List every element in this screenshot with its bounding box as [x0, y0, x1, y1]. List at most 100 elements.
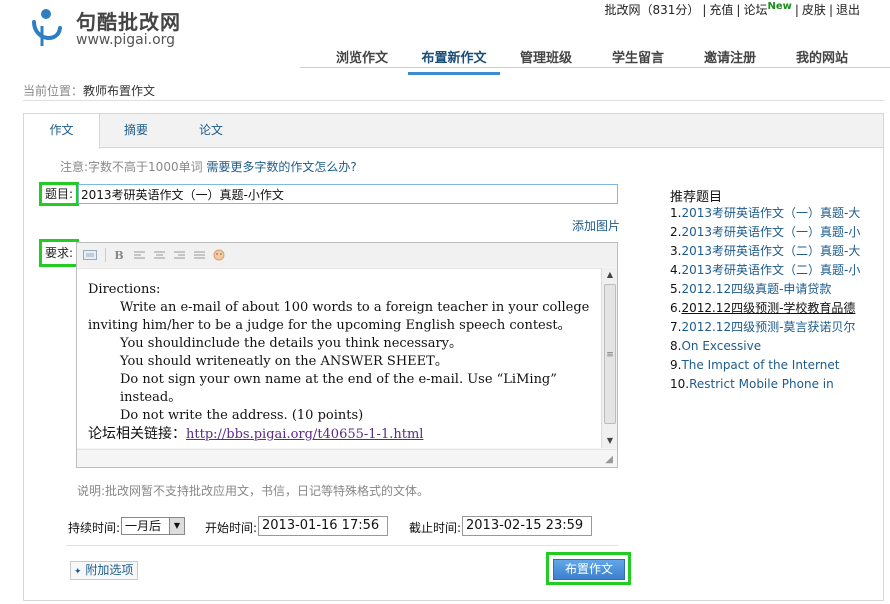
- req-line: Write an e-mail of about 100 words to a …: [120, 300, 590, 315]
- req-line: You shouldinclude the details you think …: [120, 336, 463, 351]
- item-number: 5.: [670, 282, 682, 296]
- item-number: 1.: [670, 206, 682, 220]
- align-right-icon[interactable]: [170, 246, 188, 264]
- item-number: 6.: [670, 301, 682, 315]
- extra-options-label: 附加选项: [85, 563, 134, 577]
- nav-assign-essay[interactable]: 布置新作文: [408, 45, 500, 75]
- recommend-item[interactable]: 4.2013考研英语作文（二）真题-小: [670, 261, 885, 280]
- item-number: 3.: [670, 244, 682, 258]
- source-icon[interactable]: [81, 246, 99, 264]
- word-limit-note: 注意:字数不高于1000单词 需要更多字数的作文怎么办?: [60, 158, 357, 175]
- duration-value: 一月后: [125, 519, 162, 533]
- tab-abstract[interactable]: 摘要: [100, 114, 172, 149]
- plus-icon: ✦: [74, 567, 82, 577]
- tab-thesis[interactable]: 论文: [172, 114, 250, 149]
- breadcrumb-current: 教师布置作文: [83, 84, 156, 98]
- toolbar-separator: [105, 248, 106, 262]
- item-link[interactable]: 2013考研英语作文（二）真题-大: [681, 244, 860, 258]
- recommend-list: 1.2013考研英语作文（一）真题-大 2.2013考研英语作文（一）真题-小 …: [670, 204, 885, 394]
- title-label: 题目:: [39, 182, 79, 206]
- nav-my-site[interactable]: 我的网站: [776, 45, 868, 75]
- end-time-input[interactable]: 2013-02-15 23:59: [462, 516, 592, 536]
- requirement-content[interactable]: Directions: Write an e-mail of about 100…: [77, 268, 601, 448]
- scroll-up-icon[interactable]: ▲: [602, 268, 618, 282]
- req-line: Directions:: [88, 282, 161, 297]
- item-number: 4.: [670, 263, 682, 277]
- recommend-item[interactable]: 5.2012.12四级真题-申请贷款: [670, 280, 885, 299]
- recommend-item[interactable]: 10.Restrict Mobile Phone in: [670, 375, 885, 394]
- logout-link[interactable]: 退出: [836, 3, 860, 17]
- nav-invite-register[interactable]: 邀请注册: [684, 45, 776, 75]
- item-link[interactable]: 2012.12四级预测-学校教育品德: [681, 301, 855, 315]
- item-link[interactable]: On Excessive: [681, 339, 761, 353]
- breadcrumb-prefix: 当前位置：: [23, 84, 84, 98]
- form-divider: [66, 545, 618, 546]
- forum-url-link[interactable]: http://bbs.pigai.org/t40655-1-1.html: [186, 427, 423, 442]
- account-score[interactable]: 批改网（831分）: [604, 3, 699, 17]
- nav-manage-classes[interactable]: 管理班级: [500, 45, 592, 75]
- nav-divider: [300, 67, 890, 68]
- recommend-item[interactable]: 6.2012.12四级预测-学校教育品德: [670, 299, 885, 318]
- align-left-icon[interactable]: [130, 246, 148, 264]
- new-badge: New: [767, 1, 792, 12]
- recommend-item[interactable]: 2.2013考研英语作文（一）真题-小: [670, 223, 885, 242]
- forum-link[interactable]: 论坛: [743, 3, 767, 17]
- chevron-down-icon[interactable]: ▼: [169, 518, 184, 534]
- req-line: Do not sign your own name at the end of …: [120, 372, 557, 405]
- forum-label: 论坛相关链接：: [88, 426, 186, 442]
- item-number: 10.: [670, 377, 690, 391]
- nav-browse-essays[interactable]: 浏览作文: [316, 45, 408, 75]
- end-time-label: 截止时间:: [409, 521, 462, 535]
- extra-options-button[interactable]: ✦ 附加选项: [70, 561, 138, 580]
- logo-text-cn: 句酷批改网: [76, 10, 181, 34]
- scroll-down-icon[interactable]: ▼: [602, 434, 618, 448]
- item-number: 2.: [670, 225, 682, 239]
- item-link[interactable]: 2013考研英语作文（一）真题-大: [681, 206, 860, 220]
- pigai-logo-icon: [32, 9, 62, 46]
- scroll-thumb[interactable]: ≡: [604, 284, 616, 424]
- more-words-link[interactable]: 需要更多字数的作文怎么办?: [206, 160, 356, 174]
- recommend-item[interactable]: 3.2013考研英语作文（二）真题-大: [670, 242, 885, 261]
- item-link[interactable]: 2013考研英语作文（二）真题-小: [681, 263, 860, 277]
- req-line: You should writeneatly on the ANSWER SHE…: [120, 354, 448, 369]
- item-link[interactable]: 2013考研英语作文（一）真题-小: [681, 225, 860, 239]
- requirement-label: 要求:: [39, 239, 79, 267]
- item-link[interactable]: The Impact of the Internet: [681, 358, 839, 372]
- justify-icon[interactable]: [190, 246, 208, 264]
- nav-student-messages[interactable]: 学生留言: [592, 45, 684, 75]
- start-time-input[interactable]: 2013-01-16 17:56: [258, 516, 388, 536]
- main-nav: 浏览作文 布置新作文 管理班级 学生留言 邀请注册 我的网站: [316, 45, 868, 75]
- bold-icon[interactable]: B: [110, 246, 128, 264]
- item-number: 7.: [670, 320, 682, 334]
- editor-resize-bar: ◢: [77, 449, 617, 467]
- resize-grip-icon[interactable]: ◢: [605, 454, 613, 465]
- editor-scrollbar[interactable]: ▲ ≡ ▼: [601, 268, 617, 448]
- recharge-link[interactable]: 充值: [709, 3, 733, 17]
- tab-essay[interactable]: 作文: [24, 114, 100, 149]
- add-picture-link[interactable]: 添加图片: [572, 217, 620, 234]
- note-text: 注意:字数不高于1000单词: [60, 160, 203, 174]
- item-number: 9.: [670, 358, 682, 372]
- item-link[interactable]: Restrict Mobile Phone in: [689, 377, 834, 391]
- duration-select[interactable]: 一月后 ▼: [121, 517, 185, 535]
- item-number: 8.: [670, 339, 682, 353]
- recommend-item[interactable]: 7.2012.12四级预测-莫言获诺贝尔: [670, 318, 885, 337]
- req-line: Do not write the address. (10 points): [120, 408, 364, 423]
- breadcrumb-divider: [23, 100, 885, 101]
- recommend-item[interactable]: 9.The Impact of the Internet: [670, 356, 885, 375]
- recommend-item[interactable]: 8.On Excessive: [670, 337, 885, 356]
- clear-format-icon[interactable]: [210, 246, 228, 264]
- item-link[interactable]: 2012.12四级真题-申请贷款: [681, 282, 831, 296]
- start-time-label: 开始时间:: [205, 521, 258, 535]
- recommend-title: 推荐题目: [670, 190, 723, 205]
- item-link[interactable]: 2012.12四级预测-莫言获诺贝尔: [681, 320, 855, 334]
- duration-label: 持续时间:: [68, 521, 121, 535]
- recommend-item[interactable]: 1.2013考研英语作文（一）真题-大: [670, 204, 885, 223]
- align-center-icon[interactable]: [150, 246, 168, 264]
- format-description: 说明:批改网暂不支持批改应用文，书信，日记等特殊格式的文体。: [77, 484, 430, 498]
- skin-link[interactable]: 皮肤: [802, 3, 826, 17]
- title-input[interactable]: [78, 184, 618, 204]
- assign-essay-button[interactable]: 布置作文: [553, 559, 625, 580]
- forum-line: 论坛相关链接：http://bbs.pigai.org/t40655-1-1.h…: [88, 425, 591, 444]
- req-line: inviting him/her to be a judge for the u…: [88, 318, 571, 333]
